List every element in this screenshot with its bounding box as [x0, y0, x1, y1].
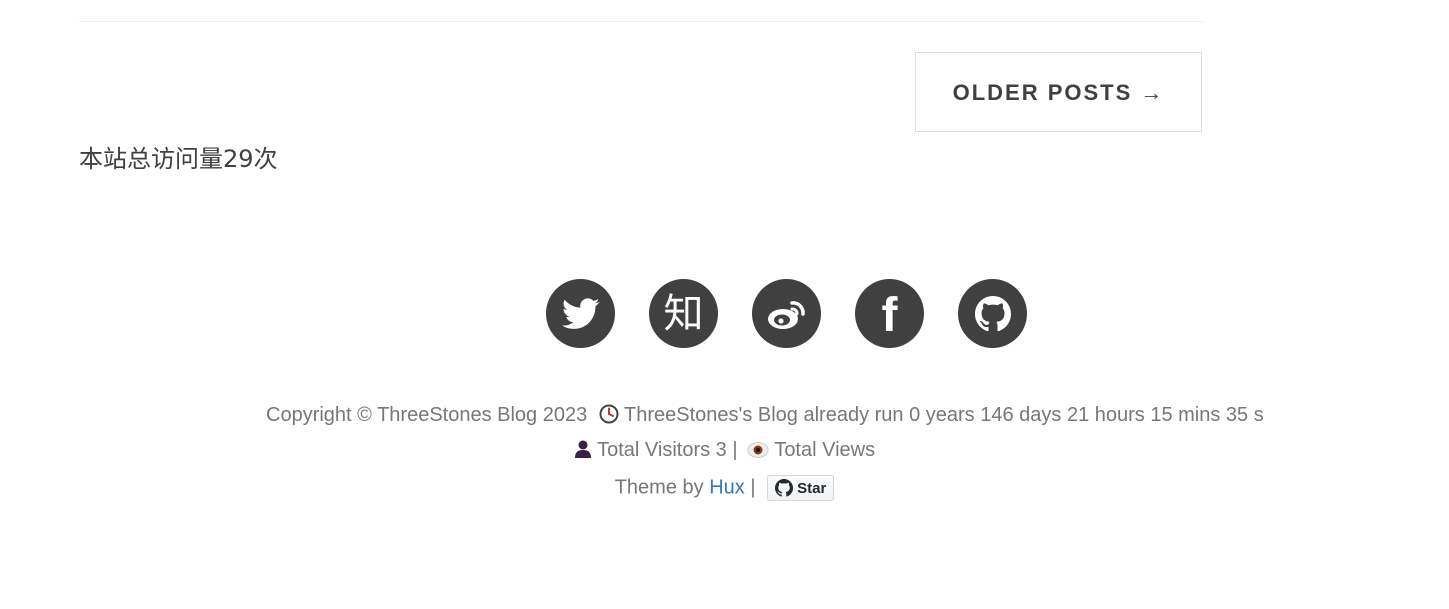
site-visit-count: 本站总访问量29次: [79, 145, 278, 173]
theme-by-text: Theme by: [614, 476, 704, 499]
separator: |: [750, 476, 756, 499]
github-icon: [974, 295, 1011, 331]
weibo-link[interactable]: [752, 279, 821, 348]
github-star-button[interactable]: Star: [767, 475, 835, 501]
footer-theme-line: Theme by Hux | Star: [0, 475, 1449, 501]
star-label: Star: [797, 479, 827, 497]
github-icon: [775, 479, 794, 497]
user-icon: [574, 440, 591, 458]
footer-stats-line: Total Visitors 3 | Total Views: [0, 439, 1449, 462]
social-links: 知 f: [546, 279, 1027, 348]
zhihu-icon: 知: [663, 290, 704, 337]
copyright-text: Copyright © ThreeStones Blog 2023: [266, 404, 588, 426]
total-views-text: Total Views: [774, 439, 876, 461]
page: OLDER POSTS → 本站总访问量29次 知 f Copyright © …: [0, 0, 1449, 609]
runtime-text: ThreeStones's Blog already run 0 years 1…: [624, 404, 1264, 426]
zhihu-link[interactable]: 知: [649, 279, 718, 348]
twitter-icon: [561, 297, 599, 329]
older-posts-label: OLDER POSTS →: [952, 80, 1165, 105]
github-link[interactable]: [958, 279, 1027, 348]
eye-icon: [747, 442, 769, 458]
facebook-icon: f: [881, 288, 898, 342]
facebook-link[interactable]: f: [855, 279, 924, 348]
hux-link[interactable]: Hux: [709, 476, 745, 498]
twitter-link[interactable]: [546, 279, 615, 348]
weibo-icon: [767, 300, 805, 329]
footer-copyright-line: Copyright © ThreeStones Blog 2023 ThreeS…: [66, 404, 1449, 427]
divider: [79, 21, 1204, 22]
older-posts-button[interactable]: OLDER POSTS →: [915, 52, 1202, 132]
clock-icon: [599, 404, 619, 424]
total-visitors-text: Total Visitors 3 |: [597, 439, 738, 461]
